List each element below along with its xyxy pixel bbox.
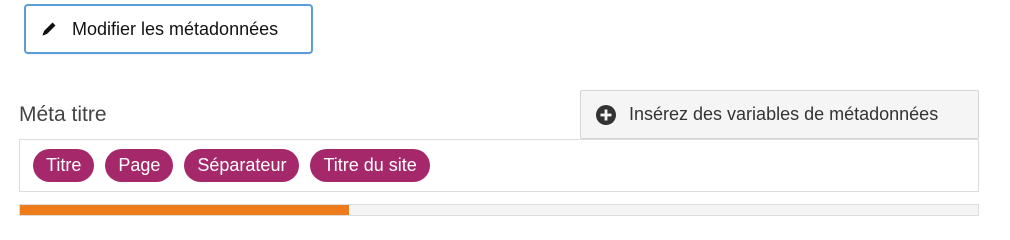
meta-title-label: Méta titre (19, 103, 107, 126)
title-length-progress-fill (20, 205, 349, 215)
edit-metadata-label: Modifier les métadonnées (72, 18, 279, 39)
edit-metadata-button[interactable]: Modifier les métadonnées (25, 5, 312, 53)
variable-pill-titre[interactable]: Titre (33, 149, 95, 182)
variable-pill-titre-du-site[interactable]: Titre du site (310, 149, 430, 182)
variable-pill-separateur[interactable]: Séparateur (184, 149, 300, 182)
variable-pill-page[interactable]: Page (105, 149, 174, 182)
meta-title-editor[interactable]: Titre Page Séparateur Titre du site (19, 139, 979, 192)
plus-circle-icon (596, 104, 616, 125)
pencil-icon (40, 20, 58, 38)
title-length-progress (19, 204, 979, 216)
insert-variables-label: Insérez des variables de métadonnées (629, 104, 939, 124)
insert-variables-button[interactable]: Insérez des variables de métadonnées (580, 90, 979, 139)
